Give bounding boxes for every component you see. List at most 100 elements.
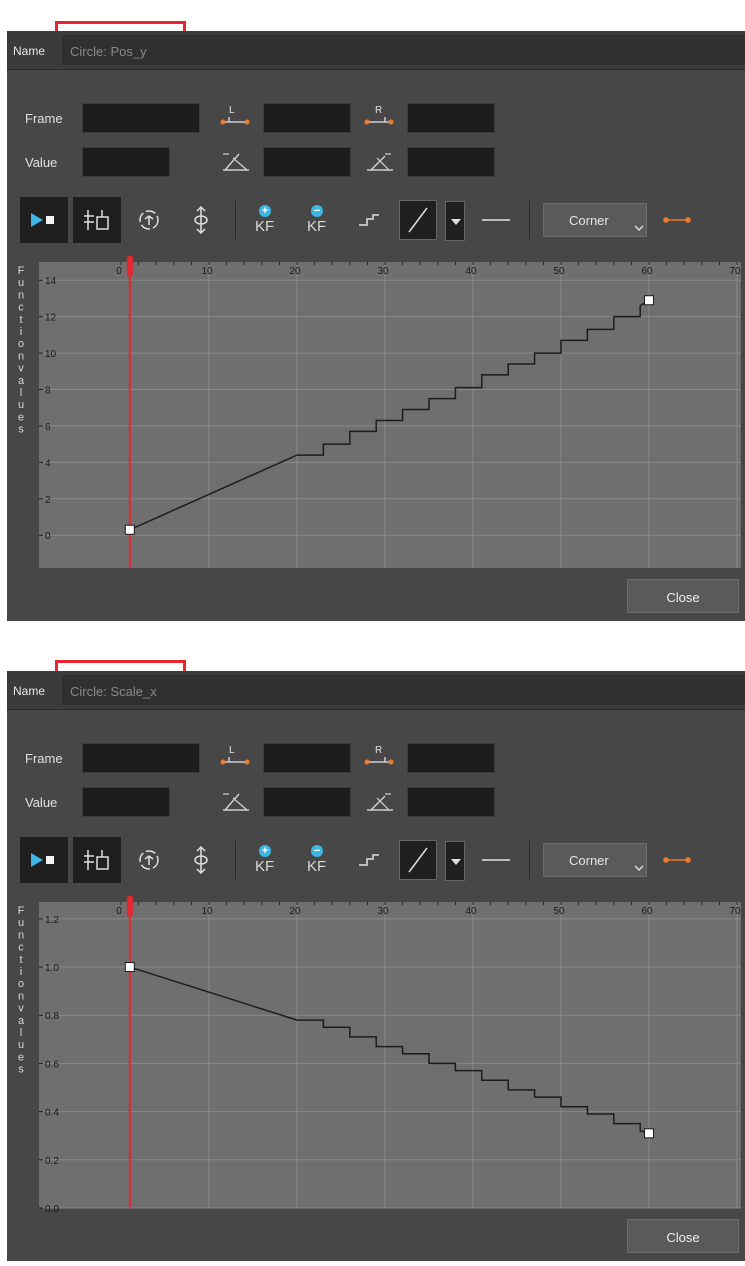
right-handle-icon: R (363, 743, 397, 774)
left-handle-icon: L (219, 743, 253, 774)
x-tick-label: 20 (289, 266, 301, 277)
add-keyframe-button[interactable]: + KF (250, 203, 280, 239)
right-handle-frame-field[interactable] (407, 103, 495, 133)
close-button-label: Close (666, 1230, 700, 1245)
interpolation-menu-button[interactable] (445, 841, 465, 881)
toolbar-separator (529, 201, 530, 239)
add-keyframe-label: KF (255, 218, 275, 235)
grid-icon (84, 210, 109, 230)
current-frame-handle[interactable] (126, 896, 133, 916)
corner-dropdown-value: Corner (569, 213, 609, 228)
right-handle-icon: R (363, 103, 397, 134)
y-tick-label: 2 (45, 495, 51, 506)
corner-dropdown[interactable]: Corner (543, 843, 647, 877)
play-preview-button[interactable] (20, 837, 68, 883)
keyframe-point[interactable] (124, 524, 135, 535)
stepped-icon (359, 214, 379, 226)
x-tick-label: 20 (289, 906, 301, 917)
plot-area (39, 902, 741, 1208)
name-label: Name (13, 684, 46, 698)
left-handle-label: L (229, 105, 235, 116)
handle-icon (663, 217, 691, 223)
stop-motion-button[interactable] (351, 197, 387, 243)
left-angle-field[interactable] (263, 787, 351, 817)
left-angle-field[interactable] (263, 147, 351, 177)
name-value: Circle: Pos_y (70, 44, 147, 59)
vertical-fit-icon (194, 205, 208, 235)
left-handle-frame-field[interactable] (263, 743, 351, 773)
frame-label: Frame (25, 751, 63, 766)
interpolation-menu-button[interactable] (445, 201, 465, 241)
toolbar-separator (235, 201, 236, 239)
right-angle-field[interactable] (407, 147, 495, 177)
close-button[interactable]: Close (627, 579, 739, 613)
grid-snap-button[interactable] (73, 197, 121, 243)
frame-field[interactable] (82, 103, 200, 133)
plus-icon: + (259, 205, 271, 217)
remove-keyframe-button[interactable]: − KF (302, 843, 332, 879)
stop-motion-button[interactable] (351, 837, 387, 883)
y-tick-label: 1.0 (45, 963, 59, 974)
current-frame-handle[interactable] (126, 256, 133, 276)
x-tick-label: 30 (377, 906, 389, 917)
left-handle-frame-field[interactable] (263, 103, 351, 133)
frame-curve-button[interactable] (131, 197, 167, 243)
linear-interpolation-button[interactable] (399, 200, 437, 240)
name-field[interactable]: Circle: Pos_y (62, 35, 745, 65)
linear-interpolation-button[interactable] (399, 840, 437, 880)
function-graph[interactable]: 0 10 20 30 40 50 60 70 0.0 0.2 0.4 0.6 0.8 1.0 1.2 F u n c… (7, 896, 745, 1212)
remove-keyframe-label: KF (307, 858, 327, 875)
smooth-handles-button[interactable] (659, 837, 695, 883)
flat-line-icon (482, 219, 510, 221)
handle-icon (663, 857, 691, 863)
linear-icon (408, 207, 428, 233)
add-keyframe-button[interactable]: + KF (250, 843, 280, 879)
frame-all-icon (139, 850, 159, 870)
y-tick-label: 0.0 (45, 1204, 59, 1212)
plus-icon: + (259, 845, 271, 857)
left-angle-icon (219, 788, 253, 821)
keyframe-point[interactable] (644, 1128, 654, 1139)
frame-field[interactable] (82, 743, 200, 773)
right-handle-label: R (375, 105, 382, 116)
y-tick-label: 0.2 (45, 1156, 59, 1167)
keyframe-point[interactable] (644, 295, 654, 306)
name-bar: Name Circle: Pos_y (7, 31, 745, 70)
y-tick-label: 0.6 (45, 1059, 59, 1070)
corner-dropdown[interactable]: Corner (543, 203, 647, 237)
constant-segment-button[interactable] (479, 197, 513, 243)
x-tick-label: 40 (465, 906, 477, 917)
vertical-fit-icon (194, 845, 208, 875)
y-axis-label: Functionvalues (18, 265, 25, 436)
value-field[interactable] (82, 787, 170, 817)
name-label: Name (13, 44, 46, 58)
right-angle-field[interactable] (407, 787, 495, 817)
name-field[interactable]: Circle: Scale_x (62, 675, 745, 705)
keyframe-point[interactable] (124, 962, 135, 973)
frame-curve-button[interactable] (131, 837, 167, 883)
y-tick-label: 4 (45, 458, 51, 469)
y-tick-label: 0.8 (45, 1011, 59, 1022)
right-angle-icon (363, 788, 397, 821)
close-button[interactable]: Close (627, 1219, 739, 1253)
constant-segment-button[interactable] (479, 837, 513, 883)
frame-vertical-button[interactable] (183, 837, 219, 883)
add-keyframe-label: KF (255, 858, 275, 875)
smooth-handles-button[interactable] (659, 197, 695, 243)
name-bar: Name Circle: Scale_x (7, 671, 745, 710)
right-handle-frame-field[interactable] (407, 743, 495, 773)
frame-vertical-button[interactable] (183, 197, 219, 243)
play-preview-button[interactable] (20, 197, 68, 243)
x-tick-label: 50 (553, 906, 565, 917)
x-tick-label: 0 (116, 266, 122, 277)
x-tick-label: 70 (729, 266, 741, 277)
function-graph[interactable]: 0 10 20 30 40 50 60 70 0 2 4 6 8 10 12 14 F u n c t i o n v a l u e s (7, 256, 745, 572)
value-field[interactable] (82, 147, 170, 177)
grid-snap-button[interactable] (73, 837, 121, 883)
x-tick-label: 10 (201, 266, 213, 277)
x-tick-label: 0 (116, 906, 122, 917)
play-icon (31, 213, 54, 227)
play-icon (31, 853, 54, 867)
plot-area (39, 262, 741, 568)
remove-keyframe-button[interactable]: − KF (302, 203, 332, 239)
